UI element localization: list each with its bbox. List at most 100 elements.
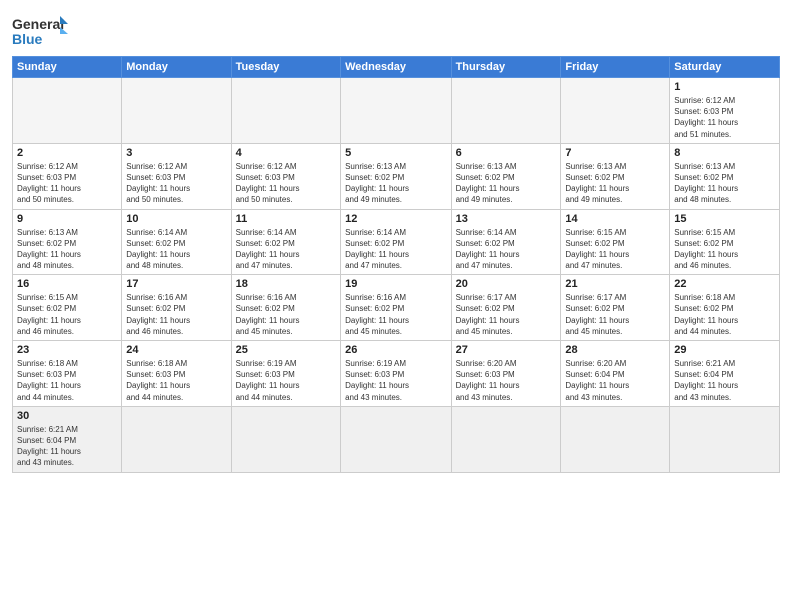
- calendar-cell: 23Sunrise: 6:18 AM Sunset: 6:03 PM Dayli…: [13, 341, 122, 407]
- day-info: Sunrise: 6:19 AM Sunset: 6:03 PM Dayligh…: [345, 358, 446, 403]
- day-number: 29: [674, 344, 775, 356]
- day-number: 2: [17, 147, 117, 159]
- calendar-week-6: 30Sunrise: 6:21 AM Sunset: 6:04 PM Dayli…: [13, 406, 780, 472]
- calendar-cell: 18 Sunrise: 6:16 AM Sunset: 6:02 PM Dayli…: [231, 275, 340, 341]
- calendar-week-4: 16 Sunrise: 6:15 AM Sunset: 6:02 PM Dayli…: [13, 275, 780, 341]
- calendar-cell: 22Sunrise: 6:18 AM Sunset: 6:02 PM Dayli…: [670, 275, 780, 341]
- day-info: Sunrise: 6:21 AM Sunset: 6:04 PM Dayligh…: [674, 358, 775, 403]
- day-info: Sunrise: 6:16 AM Sunset: 6:02 PM Dayligh…: [345, 292, 446, 337]
- calendar-cell: 11Sunrise: 6:14 AM Sunset: 6:02 PM Dayli…: [231, 209, 340, 275]
- calendar-cell: 20Sunrise: 6:17 AM Sunset: 6:02 PM Dayli…: [451, 275, 561, 341]
- day-info: Sunrise: 6:14 AM Sunset: 6:02 PM Dayligh…: [126, 227, 226, 272]
- day-number: 25: [236, 344, 336, 356]
- calendar-week-2: 2 Sunrise: 6:12 AM Sunset: 6:03 PM Daylig…: [13, 143, 780, 209]
- page: GeneralBlue SundayMondayTuesdayWednesday…: [0, 0, 792, 612]
- day-info: Sunrise: 6:16 AM Sunset: 6:02 PM Dayligh…: [126, 292, 226, 337]
- day-number: 18: [236, 278, 336, 290]
- day-info: Sunrise: 6:18 AM Sunset: 6:03 PM Dayligh…: [126, 358, 226, 403]
- calendar-cell: 9Sunrise: 6:13 AM Sunset: 6:02 PM Daylig…: [13, 209, 122, 275]
- calendar-cell: 5Sunrise: 6:13 AM Sunset: 6:02 PM Daylig…: [341, 143, 451, 209]
- calendar-cell: 4Sunrise: 6:12 AM Sunset: 6:03 PM Daylig…: [231, 143, 340, 209]
- day-number: 19: [345, 278, 446, 290]
- calendar-week-3: 9Sunrise: 6:13 AM Sunset: 6:02 PM Daylig…: [13, 209, 780, 275]
- day-number: 14: [565, 213, 665, 225]
- calendar-cell: 12Sunrise: 6:14 AM Sunset: 6:02 PM Dayli…: [341, 209, 451, 275]
- calendar-cell: 29 Sunrise: 6:21 AM Sunset: 6:04 PM Dayli…: [670, 341, 780, 407]
- day-number: 30: [17, 410, 117, 422]
- day-number: 7: [565, 147, 665, 159]
- day-info: Sunrise: 6:12 AM Sunset: 6:03 PM Dayligh…: [17, 161, 117, 206]
- calendar-cell: 26 Sunrise: 6:19 AM Sunset: 6:03 PM Dayli…: [341, 341, 451, 407]
- col-header-thursday: Thursday: [451, 57, 561, 78]
- calendar-week-1: 1 Sunrise: 6:12 AM Sunset: 6:03 PM Daylig…: [13, 78, 780, 144]
- col-header-sunday: Sunday: [13, 57, 122, 78]
- day-number: 13: [456, 213, 557, 225]
- day-number: 21: [565, 278, 665, 290]
- col-header-friday: Friday: [561, 57, 670, 78]
- day-info: Sunrise: 6:15 AM Sunset: 6:02 PM Dayligh…: [674, 227, 775, 272]
- day-number: 26: [345, 344, 446, 356]
- day-info: Sunrise: 6:12 AM Sunset: 6:03 PM Dayligh…: [674, 95, 775, 140]
- calendar-cell: 1 Sunrise: 6:12 AM Sunset: 6:03 PM Daylig…: [670, 78, 780, 144]
- day-number: 16: [17, 278, 117, 290]
- day-info: Sunrise: 6:17 AM Sunset: 6:02 PM Dayligh…: [565, 292, 665, 337]
- calendar-cell: [231, 78, 340, 144]
- calendar-cell: [231, 406, 340, 472]
- calendar-cell: 17 Sunrise: 6:16 AM Sunset: 6:02 PM Dayli…: [122, 275, 231, 341]
- calendar-cell: [451, 406, 561, 472]
- calendar-cell: [341, 78, 451, 144]
- day-number: 17: [126, 278, 226, 290]
- day-number: 24: [126, 344, 226, 356]
- calendar-header-row: SundayMondayTuesdayWednesdayThursdayFrid…: [13, 57, 780, 78]
- day-number: 22: [674, 278, 775, 290]
- calendar-cell: [561, 78, 670, 144]
- day-info: Sunrise: 6:15 AM Sunset: 6:02 PM Dayligh…: [565, 227, 665, 272]
- calendar-cell: [122, 78, 231, 144]
- calendar-cell: 19 Sunrise: 6:16 AM Sunset: 6:02 PM Dayli…: [341, 275, 451, 341]
- calendar-cell: 28 Sunrise: 6:20 AM Sunset: 6:04 PM Dayli…: [561, 341, 670, 407]
- day-info: Sunrise: 6:13 AM Sunset: 6:02 PM Dayligh…: [17, 227, 117, 272]
- day-info: Sunrise: 6:12 AM Sunset: 6:03 PM Dayligh…: [236, 161, 336, 206]
- day-number: 28: [565, 344, 665, 356]
- col-header-wednesday: Wednesday: [341, 57, 451, 78]
- day-info: Sunrise: 6:16 AM Sunset: 6:02 PM Dayligh…: [236, 292, 336, 337]
- calendar-cell: 2 Sunrise: 6:12 AM Sunset: 6:03 PM Daylig…: [13, 143, 122, 209]
- day-number: 11: [236, 213, 336, 225]
- calendar-cell: [561, 406, 670, 472]
- svg-text:Blue: Blue: [12, 31, 43, 47]
- calendar-cell: 3Sunrise: 6:12 AM Sunset: 6:03 PM Daylig…: [122, 143, 231, 209]
- logo: GeneralBlue: [12, 10, 72, 50]
- calendar-cell: 10 Sunrise: 6:14 AM Sunset: 6:02 PM Dayli…: [122, 209, 231, 275]
- calendar-cell: [13, 78, 122, 144]
- col-header-monday: Monday: [122, 57, 231, 78]
- calendar-cell: [670, 406, 780, 472]
- day-number: 1: [674, 81, 775, 93]
- day-number: 10: [126, 213, 226, 225]
- day-info: Sunrise: 6:14 AM Sunset: 6:02 PM Dayligh…: [456, 227, 557, 272]
- calendar-cell: 21 Sunrise: 6:17 AM Sunset: 6:02 PM Dayli…: [561, 275, 670, 341]
- day-info: Sunrise: 6:20 AM Sunset: 6:04 PM Dayligh…: [565, 358, 665, 403]
- calendar-cell: 16 Sunrise: 6:15 AM Sunset: 6:02 PM Dayli…: [13, 275, 122, 341]
- day-info: Sunrise: 6:18 AM Sunset: 6:03 PM Dayligh…: [17, 358, 117, 403]
- calendar-cell: 13 Sunrise: 6:14 AM Sunset: 6:02 PM Dayli…: [451, 209, 561, 275]
- calendar-cell: 8 Sunrise: 6:13 AM Sunset: 6:02 PM Daylig…: [670, 143, 780, 209]
- day-info: Sunrise: 6:13 AM Sunset: 6:02 PM Dayligh…: [456, 161, 557, 206]
- day-info: Sunrise: 6:12 AM Sunset: 6:03 PM Dayligh…: [126, 161, 226, 206]
- day-info: Sunrise: 6:13 AM Sunset: 6:02 PM Dayligh…: [345, 161, 446, 206]
- calendar-cell: 30Sunrise: 6:21 AM Sunset: 6:04 PM Dayli…: [13, 406, 122, 472]
- calendar-cell: 7Sunrise: 6:13 AM Sunset: 6:02 PM Daylig…: [561, 143, 670, 209]
- calendar-cell: 24 Sunrise: 6:18 AM Sunset: 6:03 PM Dayli…: [122, 341, 231, 407]
- day-number: 12: [345, 213, 446, 225]
- calendar-week-5: 23Sunrise: 6:18 AM Sunset: 6:03 PM Dayli…: [13, 341, 780, 407]
- svg-text:General: General: [12, 16, 64, 32]
- calendar-cell: 14 Sunrise: 6:15 AM Sunset: 6:02 PM Dayli…: [561, 209, 670, 275]
- day-info: Sunrise: 6:19 AM Sunset: 6:03 PM Dayligh…: [236, 358, 336, 403]
- day-number: 8: [674, 147, 775, 159]
- calendar-cell: 27Sunrise: 6:20 AM Sunset: 6:03 PM Dayli…: [451, 341, 561, 407]
- day-info: Sunrise: 6:13 AM Sunset: 6:02 PM Dayligh…: [674, 161, 775, 206]
- calendar-cell: [451, 78, 561, 144]
- calendar-cell: 6Sunrise: 6:13 AM Sunset: 6:02 PM Daylig…: [451, 143, 561, 209]
- day-number: 27: [456, 344, 557, 356]
- day-info: Sunrise: 6:15 AM Sunset: 6:02 PM Dayligh…: [17, 292, 117, 337]
- calendar-cell: [341, 406, 451, 472]
